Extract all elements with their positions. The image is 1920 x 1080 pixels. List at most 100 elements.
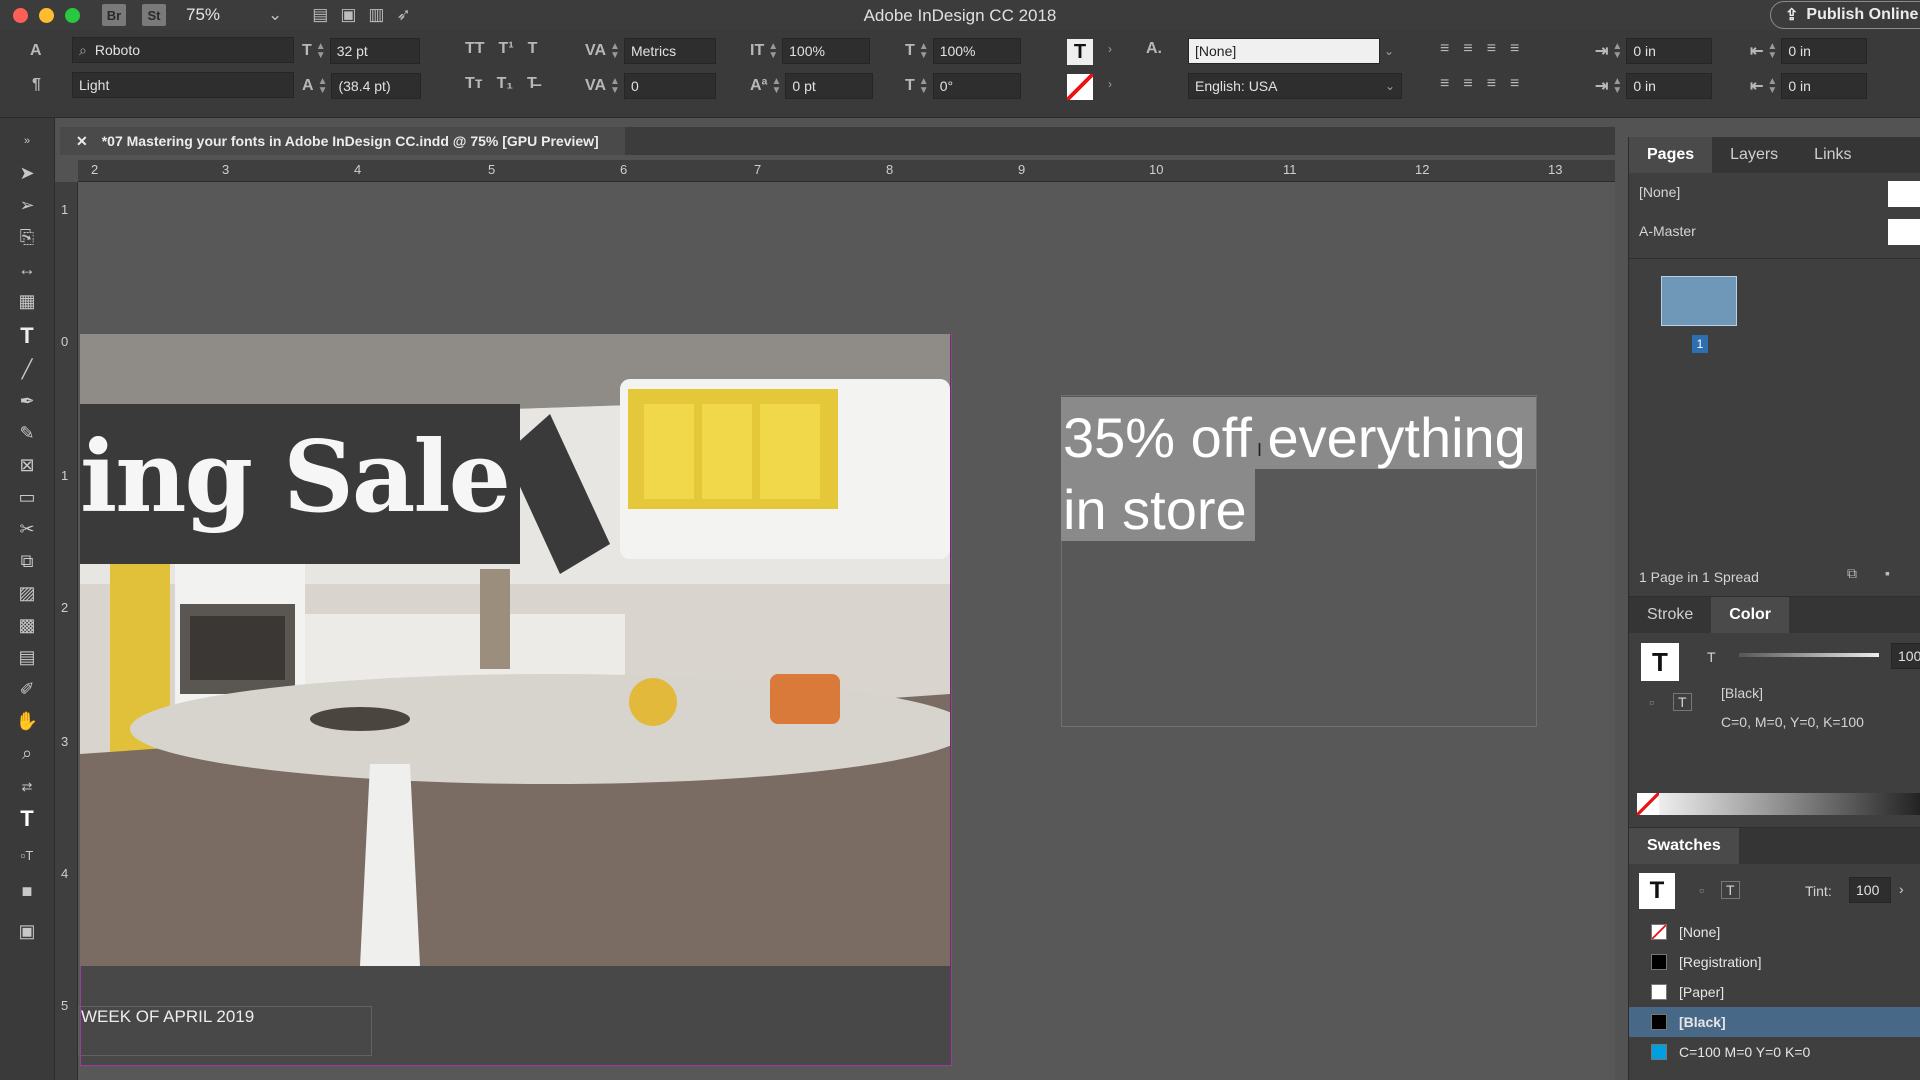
scissors-tool-icon[interactable]: ✂ [14,516,40,542]
character-mode-icon[interactable]: A [30,42,42,60]
swatch-tint-field[interactable]: 100 [1849,877,1891,903]
swatch-item[interactable]: C=100 M=0 Y=0 K=0 [1629,1037,1920,1067]
hand-tool-icon[interactable]: ✋ [14,708,40,734]
sale-banner-text[interactable]: ing Sale [80,420,511,535]
promo-text[interactable]: 35% off everything in store [1063,402,1543,546]
stock-button[interactable]: St [142,4,166,26]
kerning-stepper[interactable]: ▲ ▼ [610,42,620,61]
superscript-icon[interactable]: T¹ [499,40,514,58]
tracking-stepper[interactable]: ▲ ▼ [610,77,620,96]
justify-right-icon[interactable]: ≡ [1487,75,1496,93]
direct-selection-tool-icon[interactable]: ➢ [14,192,40,218]
screen-mode-tool-icon[interactable]: ▣ [14,918,40,944]
font-size-field[interactable]: 32 pt [329,38,420,64]
tracking-field[interactable]: 0 [623,73,716,99]
horizontal-scale-field[interactable]: 100% [932,38,1021,64]
justify-left-icon[interactable]: ≡ [1440,75,1449,93]
underline-icon[interactable]: T [528,40,538,58]
minimize-window-button[interactable] [39,7,54,23]
vertical-ruler[interactable]: 1 0 1 2 3 4 5 [55,182,78,1080]
container-checkbox[interactable]: ▫ [1649,694,1654,710]
week-text-frame[interactable]: WEEK OF APRIL 2019 [78,1006,372,1056]
master-none-thumbnail[interactable] [1888,181,1920,207]
horizontal-ruler[interactable]: 2 3 4 5 6 7 8 9 10 11 12 13 [78,160,1615,182]
content-collector-icon[interactable]: ▦ [14,288,40,314]
edit-page-size-icon[interactable]: ⧉ [1847,565,1857,582]
baseline-shift-field[interactable]: 0 pt [785,73,874,99]
arrange-documents-icon[interactable]: ▥ [368,5,384,25]
gap-tool-icon[interactable]: ↔ [14,256,40,282]
bridge-button[interactable]: Br [102,4,126,26]
publish-rocket-icon[interactable]: ➶ [396,5,410,25]
align-justify-icon[interactable]: ≡ [1510,40,1519,58]
right-indent-field[interactable]: 0 in [1781,38,1868,64]
tab-layers[interactable]: Layers [1712,137,1796,173]
line-tool-icon[interactable]: ╱ [14,356,40,382]
paragraph-mode-icon[interactable]: ¶ [32,76,41,94]
baseline-shift-stepper[interactable]: ▲ ▼ [771,77,781,96]
swatch-fill-stroke-icon[interactable]: T [1639,873,1675,909]
strikethrough-icon[interactable]: T̶ [527,75,537,93]
tab-pages[interactable]: Pages [1629,137,1713,173]
swatch-item[interactable]: [Registration] [1629,947,1920,977]
first-line-indent-stepper[interactable]: ▲ ▼ [1612,77,1622,96]
eyedropper-tool-icon[interactable]: ✐ [14,676,40,702]
font-family-field[interactable]: ⌕ Roboto [72,37,294,63]
pen-tool-icon[interactable]: ✒ [14,388,40,414]
skew-field[interactable]: 0° [932,73,1021,99]
align-right-icon[interactable]: ≡ [1487,40,1496,58]
swatch-item[interactable]: [Paper] [1629,977,1920,1007]
justify-all-icon[interactable]: ≡ [1510,75,1519,93]
character-style-select[interactable]: [None] [1188,38,1380,64]
language-select[interactable]: English: USA ⌄ [1188,73,1402,99]
zoom-tool-icon[interactable]: ⌕ [14,740,40,766]
none-color-icon[interactable] [1637,793,1659,815]
view-options-icon[interactable]: ▤ [312,5,328,25]
swap-fill-stroke-icon[interactable]: ⇄ [14,774,40,800]
chevron-down-icon[interactable]: ⌄ [1384,44,1394,58]
swatch-item[interactable]: [None] [1629,917,1920,947]
apply-text-icon[interactable]: T [1673,693,1692,711]
left-indent-field[interactable]: 0 in [1626,38,1713,64]
stroke-none-icon[interactable] [1067,74,1093,100]
tab-color[interactable]: Color [1711,597,1790,633]
leading-stepper[interactable]: ▲ ▼ [318,77,328,96]
page-thumbnail[interactable] [1661,276,1737,326]
swatch-container-icon[interactable]: ▫ [1699,882,1704,898]
page-tool-icon[interactable]: ⎘ [14,224,40,250]
vertical-scale-field[interactable]: 100% [782,38,871,64]
chevron-right-icon[interactable]: › [1104,77,1112,91]
left-indent-stepper[interactable]: ▲ ▼ [1612,42,1622,61]
justify-center-icon[interactable]: ≡ [1463,75,1472,93]
small-caps-icon[interactable]: Tт [465,75,483,93]
last-line-indent-field[interactable]: 0 in [1781,73,1868,99]
align-center-icon[interactable]: ≡ [1463,40,1472,58]
chevron-right-icon[interactable]: › [1899,881,1904,897]
subscript-icon[interactable]: T₁ [497,75,513,93]
leading-field[interactable]: (38.4 pt) [331,73,422,99]
align-left-icon[interactable]: ≡ [1440,40,1449,58]
horizontal-scale-stepper[interactable]: ▲ ▼ [919,42,929,61]
tint-value-field[interactable]: 100 [1891,643,1920,669]
rectangle-tool-icon[interactable]: ▭ [14,484,40,510]
master-a-label[interactable]: A-Master [1639,223,1696,239]
skew-stepper[interactable]: ▲ ▼ [919,77,929,96]
tab-links[interactable]: Links [1796,137,1869,173]
type-tool-icon[interactable]: T [14,323,40,349]
gradient-swatch-tool-icon[interactable]: ▨ [14,580,40,606]
color-fill-stroke-icon[interactable]: T [1641,643,1679,681]
new-page-icon[interactable]: ▪ [1885,565,1890,581]
formatting-text-icon[interactable]: T [14,806,40,832]
fill-text-icon[interactable]: T [1067,39,1093,65]
kerning-field[interactable]: Metrics [623,38,716,64]
color-ramp[interactable] [1637,793,1920,815]
note-tool-icon[interactable]: ▤ [14,644,40,670]
chevron-down-icon[interactable]: ⌄ [268,5,282,25]
apply-color-icon[interactable]: ■ [14,878,40,904]
swatch-text-icon[interactable]: T [1721,881,1740,899]
font-size-stepper[interactable]: ▲ ▼ [316,42,326,61]
font-style-field[interactable]: Light [72,72,294,98]
close-window-button[interactable] [13,7,28,23]
right-indent-stepper[interactable]: ▲ ▼ [1767,42,1777,61]
screen-mode-icon[interactable]: ▣ [340,5,356,25]
